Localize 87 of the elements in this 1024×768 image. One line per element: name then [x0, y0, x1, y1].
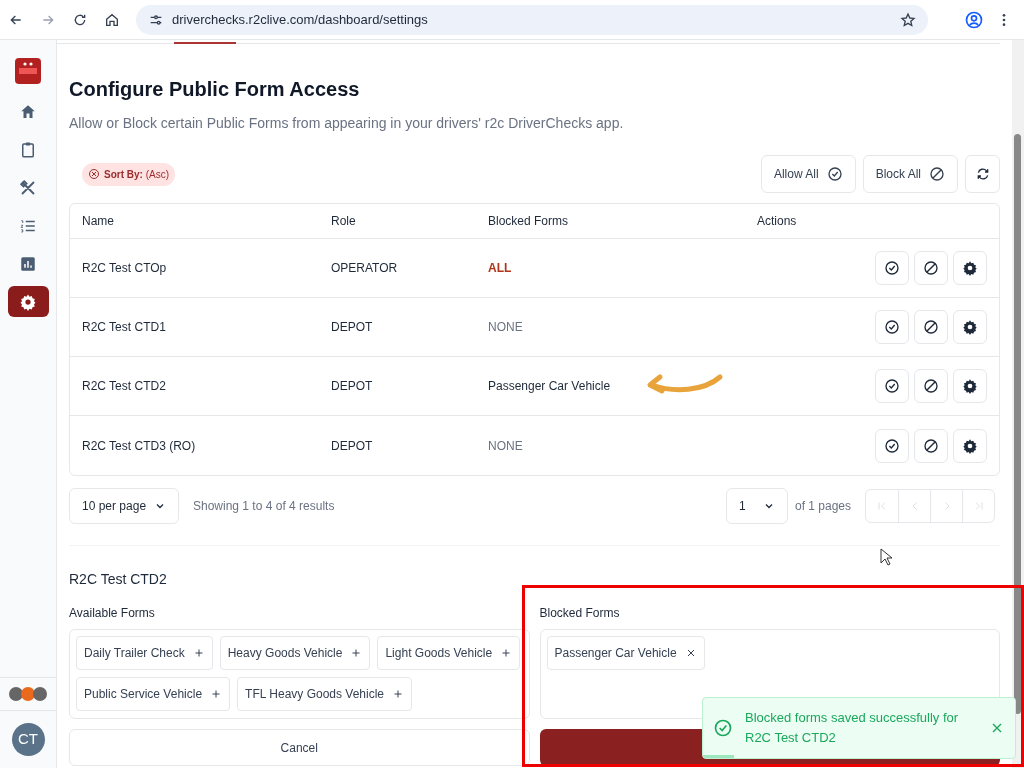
settings-icon [962, 378, 978, 394]
table-cell-text: R2C Test CTD3 (RO) [82, 437, 197, 455]
settings-icon [962, 437, 978, 454]
table-cell-text: Passenger Car Vehicle [488, 378, 611, 395]
tools-icon [19, 178, 37, 197]
cancel-button[interactable]: Cancel [69, 729, 530, 766]
select-value: 10 per page [82, 498, 147, 515]
user-avatar[interactable]: CT [11, 723, 45, 756]
settings-button[interactable] [953, 310, 987, 344]
check-circle-icon [884, 378, 900, 394]
url-text: driverchecks.r2clive.com/dashboard/settings [172, 10, 428, 29]
settings-icon [19, 292, 37, 311]
toast-message: Blocked forms saved successfully for R2C Test CTD2 [745, 709, 960, 747]
form-chip[interactable]: Heavy Goods Vehicle [219, 636, 371, 670]
check-circle-icon [884, 319, 900, 335]
settings-button[interactable] [953, 428, 987, 463]
settings-button[interactable] [953, 251, 987, 285]
page-select[interactable]: 1 [725, 488, 788, 524]
scrollbar-thumb[interactable] [1014, 134, 1021, 714]
block-button[interactable] [914, 369, 948, 403]
r2c-logo [8, 686, 48, 702]
plus-icon [500, 647, 513, 659]
bookmark-star-icon [900, 11, 916, 28]
check-circle-icon [713, 718, 733, 738]
table-cell-text: R2C Test CTOp [82, 260, 168, 277]
toolbar-button[interactable]: Allow All [760, 155, 856, 193]
section-label: Available Forms [69, 605, 156, 622]
results-summary: Showing 1 to 4 of 4 results [193, 498, 335, 515]
form-chip[interactable]: Passenger Car Vehicle [546, 636, 705, 670]
per-page-select[interactable]: 10 per page [69, 488, 179, 524]
table-cell-text: NONE [488, 437, 523, 455]
form-chip[interactable]: TFL Heavy Goods Vehicle [237, 677, 413, 711]
allow-button[interactable] [875, 251, 909, 285]
block-button[interactable] [914, 428, 948, 463]
block-icon [923, 319, 939, 335]
table-cell-text: ALL [488, 260, 512, 277]
settings-button[interactable] [953, 369, 987, 403]
home-icon [104, 11, 120, 28]
toolbar-button[interactable]: Block All [862, 155, 958, 193]
driver-app-logo [15, 58, 41, 84]
column-header: Role [331, 213, 357, 230]
column-header: Blocked Forms [488, 213, 570, 230]
section-label: Blocked Forms [539, 605, 621, 622]
plus-icon [350, 647, 363, 659]
column-header: Actions [757, 213, 798, 230]
settings-icon [962, 260, 978, 276]
block-icon [923, 437, 939, 454]
sort-chip[interactable]: Sort By: (Asc) [82, 162, 175, 186]
account-icon [964, 9, 984, 30]
form-chip[interactable]: Public Service Vehicle [76, 677, 231, 711]
refresh-button[interactable] [965, 155, 1000, 193]
block-icon [923, 378, 939, 394]
allow-button[interactable] [875, 428, 909, 463]
check-circle-icon [826, 166, 843, 182]
page-count: of 1 pages [794, 498, 851, 515]
allow-button[interactable] [875, 310, 909, 344]
table-cell-text: R2C Test CTD2 [82, 378, 167, 395]
table-cell-text: DEPOT [331, 319, 374, 336]
block-icon [923, 260, 939, 276]
sidebar-item[interactable] [7, 286, 49, 317]
block-button[interactable] [914, 310, 948, 344]
select-value: 1 [738, 498, 746, 515]
plus-icon [392, 688, 405, 700]
block-button[interactable] [914, 251, 948, 285]
page-subtitle: Allow or Block certain Public Forms from appearing in your drivers' r2c DriverChecks app. [69, 114, 625, 133]
settings-icon [962, 319, 978, 335]
form-chip[interactable]: Daily Trailer Check [76, 636, 213, 670]
table-cell-text: DEPOT [331, 437, 374, 455]
editor-title: R2C Test CTD2 [69, 570, 168, 589]
check-circle-icon [884, 260, 900, 276]
page-title: Configure Public Form Access [69, 77, 361, 102]
form-chip[interactable]: Light Goods Vehicle [377, 636, 521, 670]
table-cell-text: DEPOT [331, 378, 374, 395]
check-circle-icon [884, 437, 900, 454]
clipboard-icon [19, 140, 37, 159]
table-cell-text: NONE [488, 319, 523, 336]
allow-button[interactable] [875, 369, 909, 403]
mouse-pointer-icon [880, 548, 892, 566]
sort-label: Sort By: (Asc) [104, 167, 169, 182]
table-cell-text: R2C Test CTD1 [82, 319, 167, 336]
close-circle-icon [88, 168, 100, 180]
plus-icon [210, 688, 223, 700]
column-header: Name [82, 213, 115, 230]
table-cell-text: OPERATOR [331, 260, 399, 277]
address-bar[interactable]: driverchecks.r2clive.com/dashboard/settings [136, 4, 928, 35]
block-icon [929, 166, 945, 182]
bar-chart-icon [19, 254, 37, 273]
